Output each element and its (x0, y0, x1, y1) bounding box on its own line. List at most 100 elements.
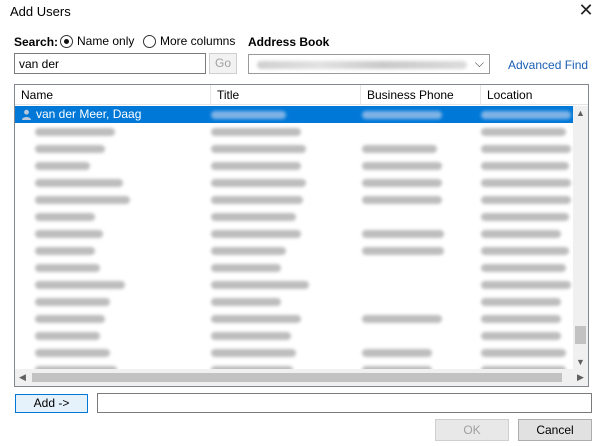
selected-user-name: van der Meer, Daag (36, 107, 142, 121)
close-icon[interactable]: ✕ (577, 1, 595, 19)
table-row[interactable] (15, 242, 573, 259)
column-location[interactable]: Location (481, 85, 588, 105)
search-label: Search: (14, 35, 59, 49)
address-book-dropdown[interactable]: ⌵ (248, 54, 490, 74)
scroll-left-icon[interactable]: ◀ (15, 369, 30, 386)
redacted-cell (35, 332, 100, 340)
redacted-cell (362, 145, 437, 153)
redacted-cell (362, 247, 444, 255)
redacted-cell (481, 247, 569, 255)
title-redacted (211, 111, 286, 119)
title-bar: Add Users ✕ (0, 0, 603, 24)
redacted-cell (211, 281, 309, 289)
cancel-button[interactable]: Cancel (518, 419, 592, 441)
redacted-cell (362, 162, 442, 170)
person-icon (22, 109, 31, 120)
redacted-cell (211, 247, 286, 255)
table-row[interactable] (15, 327, 573, 344)
redacted-cell (35, 162, 90, 170)
redacted-cell (211, 179, 306, 187)
redacted-cell (481, 281, 571, 289)
radio-more-columns-label: More columns (160, 34, 236, 48)
scroll-right-icon[interactable]: ▶ (573, 369, 588, 386)
redacted-cell (481, 145, 571, 153)
add-button[interactable]: Add -> (15, 394, 88, 413)
redacted-cell (211, 145, 306, 153)
search-input[interactable] (14, 53, 206, 74)
selected-users-field[interactable] (97, 393, 592, 413)
redacted-cell (481, 213, 569, 221)
table-row[interactable] (15, 344, 573, 361)
redacted-cell (211, 264, 281, 272)
column-name[interactable]: Name (15, 85, 211, 105)
redacted-cell (35, 298, 110, 306)
table-row-selected[interactable]: van der Meer, Daag (15, 106, 573, 123)
redacted-cell (211, 162, 301, 170)
redacted-cell (35, 128, 115, 136)
redacted-cell (211, 230, 301, 238)
go-button[interactable]: Go (209, 53, 237, 74)
vertical-scrollbar[interactable]: ▲ ▼ (573, 106, 588, 369)
chevron-down-icon[interactable]: ⌵ (475, 56, 484, 71)
phone-redacted (362, 111, 442, 119)
table-row[interactable] (15, 293, 573, 310)
redacted-cell (35, 196, 130, 204)
table-row[interactable] (15, 191, 573, 208)
radio-unselected-icon[interactable] (143, 34, 156, 48)
radio-name-only[interactable]: Name only (60, 34, 134, 48)
redacted-cell (481, 264, 566, 272)
redacted-cell (211, 213, 296, 221)
redacted-cell (35, 213, 95, 221)
redacted-cell (35, 349, 110, 357)
vertical-scroll-thumb[interactable] (575, 326, 586, 344)
table-row[interactable] (15, 174, 573, 191)
redacted-cell (211, 349, 296, 357)
address-book-label: Address Book (248, 35, 330, 49)
column-header: Name Title Business Phone Location (15, 85, 588, 105)
table-row[interactable] (15, 259, 573, 276)
redacted-cell (35, 179, 123, 187)
window-title: Add Users (10, 4, 71, 19)
redacted-cell (481, 315, 561, 323)
redacted-cell (211, 332, 291, 340)
radio-more-columns[interactable]: More columns (143, 34, 235, 48)
scroll-up-icon[interactable]: ▲ (573, 106, 588, 120)
table-row[interactable] (15, 225, 573, 242)
redacted-cell (481, 179, 571, 187)
redacted-cell (481, 128, 566, 136)
redacted-cell (211, 315, 301, 323)
location-redacted (481, 111, 571, 119)
users-list[interactable]: Name Title Business Phone Location van d… (14, 84, 589, 387)
scroll-down-icon[interactable]: ▼ (573, 355, 588, 369)
table-row[interactable] (15, 310, 573, 327)
table-row[interactable] (15, 157, 573, 174)
advanced-find-link[interactable]: Advanced Find (508, 58, 588, 72)
address-book-value-redacted (257, 61, 467, 69)
horizontal-scrollbar[interactable]: ◀ ▶ (15, 369, 588, 386)
radio-selected-icon[interactable] (60, 34, 73, 48)
redacted-cell (362, 315, 442, 323)
redacted-cell (35, 315, 105, 323)
table-row[interactable] (15, 208, 573, 225)
redacted-cell (481, 349, 566, 357)
redacted-cell (211, 196, 303, 204)
column-business-phone[interactable]: Business Phone (361, 85, 481, 105)
redacted-cell (35, 281, 125, 289)
table-row[interactable] (15, 123, 573, 140)
radio-name-only-label: Name only (77, 34, 135, 48)
horizontal-scroll-thumb[interactable] (32, 373, 562, 382)
redacted-cell (35, 230, 103, 238)
table-row[interactable] (15, 276, 573, 293)
redacted-cell (481, 298, 561, 306)
redacted-cell (481, 230, 561, 238)
redacted-cell (362, 349, 432, 357)
redacted-cell (481, 196, 571, 204)
column-title[interactable]: Title (211, 85, 361, 105)
redacted-cell (481, 332, 561, 340)
ok-button[interactable]: OK (435, 419, 509, 441)
redacted-cell (35, 264, 100, 272)
redacted-cell (362, 196, 442, 204)
table-row[interactable] (15, 140, 573, 157)
redacted-cell (362, 230, 444, 238)
redacted-cell (211, 128, 301, 136)
